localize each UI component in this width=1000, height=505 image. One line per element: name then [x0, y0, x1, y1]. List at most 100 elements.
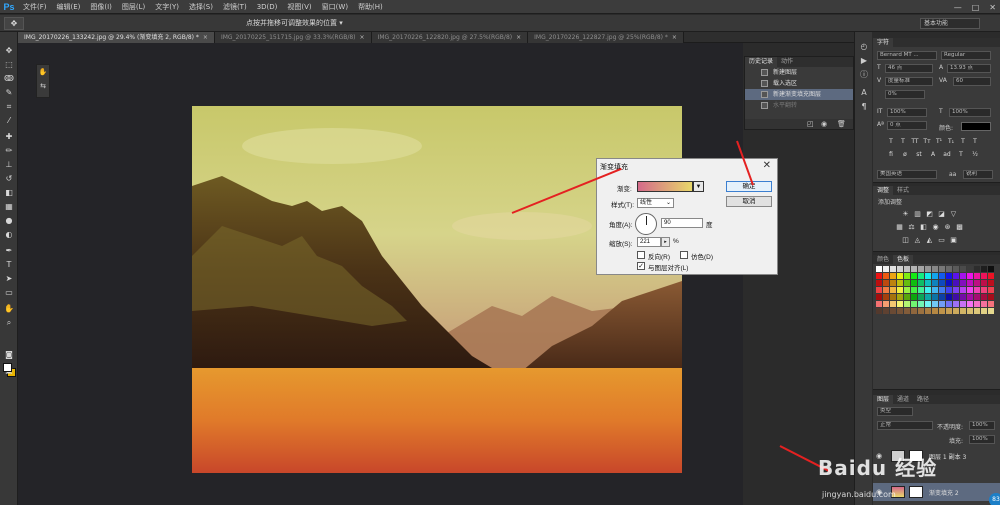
- color-swatch[interactable]: [897, 287, 903, 293]
- pen-tool-icon[interactable]: ✒: [3, 246, 15, 256]
- baseline-shift-input[interactable]: 0 点: [887, 121, 927, 130]
- color-swatch[interactable]: [925, 301, 931, 307]
- color-swatch[interactable]: [918, 308, 924, 314]
- color-swatch[interactable]: [897, 308, 903, 314]
- history-brush-icon[interactable]: ↺: [3, 174, 15, 184]
- color-swatch[interactable]: [939, 273, 945, 279]
- titling-button[interactable]: ad: [943, 151, 951, 159]
- blend-mode-select[interactable]: 正常: [877, 421, 933, 430]
- color-swatch[interactable]: [876, 287, 882, 293]
- color-swatch[interactable]: [960, 273, 966, 279]
- color-swatch[interactable]: [925, 280, 931, 286]
- color-swatch[interactable]: [918, 273, 924, 279]
- small-caps-button[interactable]: Tт: [923, 138, 931, 146]
- brush-tool-icon[interactable]: ✏: [3, 146, 15, 156]
- color-swatch[interactable]: [904, 273, 910, 279]
- fill-input[interactable]: 100%: [969, 435, 995, 444]
- font-style-select[interactable]: Regular: [941, 51, 991, 60]
- hue-saturation-icon[interactable]: ▦: [895, 223, 904, 231]
- color-swatch[interactable]: [946, 273, 952, 279]
- color-swatch[interactable]: [939, 280, 945, 286]
- color-swatch[interactable]: [946, 266, 952, 272]
- color-swatch[interactable]: [925, 287, 931, 293]
- color-swatch[interactable]: [911, 301, 917, 307]
- curves-icon[interactable]: ◩: [925, 210, 934, 218]
- close-icon[interactable]: ×: [672, 34, 677, 41]
- ordinal-button[interactable]: T: [957, 151, 965, 159]
- vertical-scale-input[interactable]: 100%: [887, 108, 927, 117]
- color-swatch[interactable]: [932, 273, 938, 279]
- color-swatch[interactable]: [967, 273, 973, 279]
- tab-actions[interactable]: 动作: [777, 57, 797, 67]
- color-swatch[interactable]: [911, 273, 917, 279]
- ok-button[interactable]: 确定: [726, 181, 772, 192]
- opacity-input[interactable]: 100%: [969, 421, 995, 430]
- healing-brush-icon[interactable]: ✚: [3, 132, 15, 142]
- posterize-icon[interactable]: ◬: [913, 236, 922, 244]
- color-swatch[interactable]: [974, 308, 980, 314]
- color-swatch[interactable]: [918, 287, 924, 293]
- color-swatch[interactable]: [974, 301, 980, 307]
- color-swatch[interactable]: [967, 287, 973, 293]
- foreground-color-swatch[interactable]: [3, 363, 12, 372]
- quick-select-tool-icon[interactable]: ✎: [3, 88, 15, 98]
- color-swatch[interactable]: [883, 266, 889, 272]
- color-swatch[interactable]: [974, 287, 980, 293]
- anti-alias-select[interactable]: 锐利: [963, 170, 993, 179]
- color-swatch[interactable]: [932, 308, 938, 314]
- color-swatch[interactable]: [883, 301, 889, 307]
- color-swatch[interactable]: [904, 287, 910, 293]
- color-swatch[interactable]: [932, 301, 938, 307]
- history-panel-icon[interactable]: ◴: [859, 42, 869, 52]
- info-panel-icon[interactable]: ⓘ: [859, 70, 869, 80]
- color-swatch[interactable]: [988, 308, 994, 314]
- faux-bold-button[interactable]: T: [887, 138, 895, 146]
- color-swatch[interactable]: [918, 301, 924, 307]
- menu-select[interactable]: 选择(S): [184, 2, 218, 12]
- color-swatch[interactable]: [911, 280, 917, 286]
- angle-dial[interactable]: [635, 213, 657, 235]
- dither-checkbox[interactable]: [680, 251, 688, 259]
- gradient-tool-icon[interactable]: ▦: [3, 202, 15, 212]
- color-swatch[interactable]: [890, 294, 896, 300]
- reverse-checkbox[interactable]: [637, 251, 645, 259]
- scale-input[interactable]: 221: [637, 237, 661, 247]
- tab-layers[interactable]: 图层: [873, 395, 894, 404]
- trash-icon[interactable]: 🗑: [837, 120, 846, 128]
- color-swatch[interactable]: [876, 280, 882, 286]
- color-swatch[interactable]: [960, 280, 966, 286]
- scale-slider-icon[interactable]: ▸: [661, 237, 670, 247]
- color-swatch[interactable]: [967, 266, 973, 272]
- tab-channels[interactable]: 通道: [893, 395, 913, 404]
- color-swatch[interactable]: [939, 287, 945, 293]
- color-swatch[interactable]: [967, 308, 973, 314]
- floating-tool-strip[interactable]: ✋ ⇆: [36, 64, 50, 98]
- color-swatch[interactable]: [911, 287, 917, 293]
- color-swatch[interactable]: [981, 266, 987, 272]
- brightness-icon[interactable]: ☀: [901, 210, 910, 218]
- color-swatch[interactable]: [925, 273, 931, 279]
- swash-button[interactable]: st: [915, 151, 923, 159]
- camera-icon[interactable]: ◉: [821, 120, 827, 128]
- move-tool-icon[interactable]: ✥: [3, 46, 15, 56]
- close-icon[interactable]: ×: [516, 34, 521, 41]
- color-swatch[interactable]: [876, 301, 882, 307]
- color-swatch[interactable]: [946, 294, 952, 300]
- menu-edit[interactable]: 编辑(E): [52, 2, 86, 12]
- align-with-layer-checkbox[interactable]: ✓: [637, 262, 645, 270]
- superscript-button[interactable]: T¹: [935, 138, 943, 146]
- tab-styles[interactable]: 样式: [893, 186, 913, 195]
- color-swatch[interactable]: [953, 301, 959, 307]
- dodge-tool-icon[interactable]: ◐: [3, 230, 15, 240]
- history-item[interactable]: 水平翻转: [745, 100, 853, 111]
- strikethrough-button[interactable]: T: [971, 138, 979, 146]
- gradient-map-icon[interactable]: ▭: [937, 236, 946, 244]
- ligature-button[interactable]: fi: [887, 151, 895, 159]
- color-swatch[interactable]: [974, 266, 980, 272]
- color-swatch[interactable]: [918, 280, 924, 286]
- photo-filter-icon[interactable]: ◉: [931, 223, 940, 231]
- faux-italic-button[interactable]: T: [899, 138, 907, 146]
- color-swatch[interactable]: [981, 273, 987, 279]
- menu-image[interactable]: 图像(I): [85, 2, 117, 12]
- color-swatch[interactable]: [883, 287, 889, 293]
